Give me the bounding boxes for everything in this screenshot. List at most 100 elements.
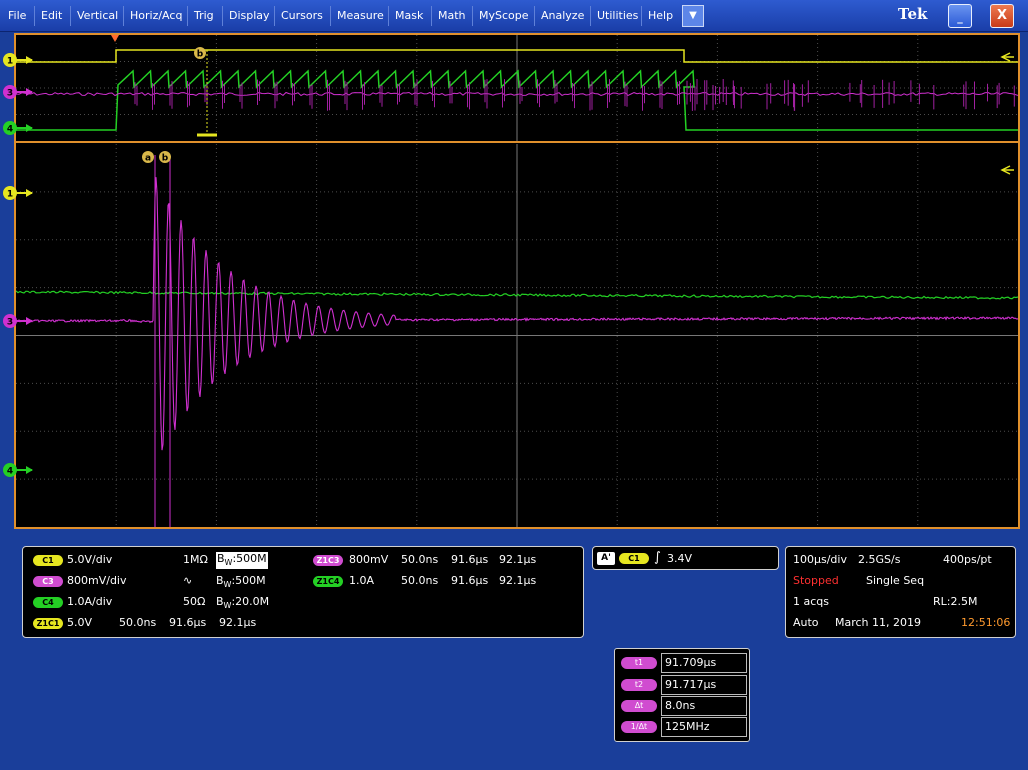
acquisition-count: 1 acqs (793, 595, 829, 608)
ch4-overview-marker-label: 4 (7, 125, 13, 135)
cursor-inverse-delta-row: 1/Δt 125MHz (621, 717, 747, 737)
time-resolution: 400ps/pt (943, 553, 992, 566)
zoom-ch3-scale: 800mV (349, 553, 389, 566)
zoom-ch1-badge[interactable]: Z1C1 (33, 618, 63, 629)
zoom-ch1-start: 91.6µs (169, 616, 207, 629)
record-length: RL:2.5M (933, 595, 978, 608)
menu-bar: File Edit Vertical Horiz/Acq Trig Displa… (0, 0, 1028, 32)
overview-cursor-b-label: b (197, 50, 204, 60)
ch1-overview-marker[interactable]: 1 (3, 53, 33, 67)
ch3-overview-marker[interactable]: 3 (3, 85, 33, 99)
ch1-bandwidth[interactable]: BW:500M (216, 552, 268, 570)
ch4-main-marker-label: 4 (7, 467, 13, 477)
acquisition-panel[interactable]: 100µs/div 2.5GS/s 400ps/pt Stopped Singl… (785, 546, 1016, 638)
menu-dropdown-button[interactable]: ▼ (682, 5, 704, 27)
menu-cursors[interactable]: Cursors (274, 6, 329, 26)
menu-mask[interactable]: Mask (388, 6, 429, 26)
cursor-readout-panel[interactable]: t1 91.709µs t2 91.717µs Δt 8.0ns 1/Δt 12… (614, 648, 750, 742)
date: March 11, 2019 (835, 616, 922, 629)
ch3-bandwidth[interactable]: BW:500M (216, 574, 266, 591)
menu-utilities[interactable]: Utilities (590, 6, 644, 26)
ch3-coupling-icon: ∿ (183, 574, 193, 587)
ch1-bw-value: :500M (232, 552, 267, 565)
zoom-ch1-end: 92.1µs (219, 616, 257, 629)
menu-measure[interactable]: Measure (330, 6, 390, 26)
ch3-overview-marker-label: 3 (7, 89, 13, 99)
overview-graticule (16, 35, 1018, 141)
cursor-t1-value: 91.709µs (661, 653, 747, 673)
menu-myscope[interactable]: MyScope (472, 6, 535, 26)
cursor-inverse-delta-value: 125MHz (661, 717, 747, 737)
ch4-main-marker[interactable]: 4 (3, 463, 33, 477)
menu-math[interactable]: Math (431, 6, 472, 26)
trigger-source-badge: C1 (619, 553, 649, 564)
ch1-overview-marker-label: 1 (7, 57, 13, 67)
menu-file[interactable]: File (2, 6, 32, 26)
zoom-ch3-time-scale: 50.0ns (401, 553, 439, 566)
ch1-bw-prefix: B (217, 552, 225, 565)
minimize-button[interactable]: _ (948, 4, 972, 28)
cursor-t1-row: t1 91.709µs (621, 653, 747, 673)
menu-edit[interactable]: Edit (34, 6, 68, 26)
menu-trig[interactable]: Trig (187, 6, 220, 26)
zoom-ch1-time-scale: 50.0ns (119, 616, 157, 629)
acquisition-state: Stopped (793, 574, 839, 587)
ch4-bw-value: :20.0M (231, 595, 270, 608)
menu-horiz-acq[interactable]: Horiz/Acq (123, 6, 188, 26)
cursor-t1-badge: t1 (621, 657, 657, 669)
sample-rate: 2.5GS/s (858, 553, 901, 566)
ch3-bw-value: :500M (231, 574, 266, 587)
menu-display[interactable]: Display (222, 6, 276, 26)
channel-markers: 1 3 4 1 3 4 (3, 53, 33, 477)
zoom-ch3-end: 92.1µs (499, 553, 537, 566)
ch3-scale[interactable]: 800mV/div (67, 574, 127, 587)
cursor-t2-row: t2 91.717µs (621, 675, 747, 695)
cursor-delta-badge: Δt (621, 700, 657, 712)
zoom-ch3-start: 91.6µs (451, 553, 489, 566)
menu-help[interactable]: Help (641, 6, 679, 26)
trigger-mode: Auto (793, 616, 819, 629)
ch1-main-marker-label: 1 (7, 190, 13, 200)
ch4-scale[interactable]: 1.0A/div (67, 595, 112, 608)
zoom-ch4-badge[interactable]: Z1C4 (313, 576, 343, 587)
zoom-ch4-time-scale: 50.0ns (401, 574, 439, 587)
ch3-bw-prefix: B (216, 574, 224, 587)
menu-vertical[interactable]: Vertical (70, 6, 124, 26)
trigger-level: 3.4V (667, 552, 693, 565)
zoom-ch4-start: 91.6µs (451, 574, 489, 587)
ch4-bw-prefix: B (216, 595, 224, 608)
cursor-inverse-delta-badge: 1/Δt (621, 721, 657, 733)
zoom-ch4-end: 92.1µs (499, 574, 537, 587)
rising-edge-icon: ∫ (654, 550, 661, 565)
ch3-main-marker[interactable]: 3 (3, 314, 33, 328)
time-per-div: 100µs/div (793, 553, 847, 566)
ch1-badge[interactable]: C1 (33, 555, 63, 566)
ch4-bandwidth[interactable]: BW:20.0M (216, 595, 269, 612)
waveform-display[interactable]: b a b (14, 33, 1020, 529)
zoom-ch3-badge[interactable]: Z1C3 (313, 555, 343, 566)
cursor-a-label: a (145, 154, 151, 164)
ch3-badge[interactable]: C3 (33, 576, 63, 587)
main-graticule (16, 144, 1018, 527)
cursor-t2-badge: t2 (621, 679, 657, 691)
ch4-overview-marker[interactable]: 4 (3, 121, 33, 135)
ch1-coupling: 1MΩ (183, 553, 208, 566)
zoom-ch4-scale: 1.0A (349, 574, 375, 587)
ch1-scale[interactable]: 5.0V/div (67, 553, 112, 566)
trigger-mode-badge: A' (597, 552, 615, 565)
acquisition-mode: Single Seq (866, 574, 925, 587)
ch3-main-marker-label: 3 (7, 318, 13, 328)
menu-analyze[interactable]: Analyze (534, 6, 590, 26)
cursor-delta-value: 8.0ns (661, 696, 747, 716)
time: 12:51:06 (961, 616, 1011, 629)
ch1-main-marker[interactable]: 1 (3, 186, 33, 200)
trigger-panel[interactable]: A' C1 ∫ 3.4V (592, 546, 779, 570)
channel-settings-panel: C1 5.0V/div 1MΩ BW:500M C3 800mV/div ∿ B… (22, 546, 584, 638)
waveform-svg: b a b (16, 35, 1018, 527)
cursor-t2-value: 91.717µs (661, 675, 747, 695)
ch4-badge[interactable]: C4 (33, 597, 63, 608)
overview-ch3-spikes (134, 79, 1015, 111)
tek-logo: Tek (898, 5, 928, 23)
close-button[interactable]: X (990, 4, 1014, 28)
cursor-delta-row: Δt 8.0ns (621, 696, 747, 716)
